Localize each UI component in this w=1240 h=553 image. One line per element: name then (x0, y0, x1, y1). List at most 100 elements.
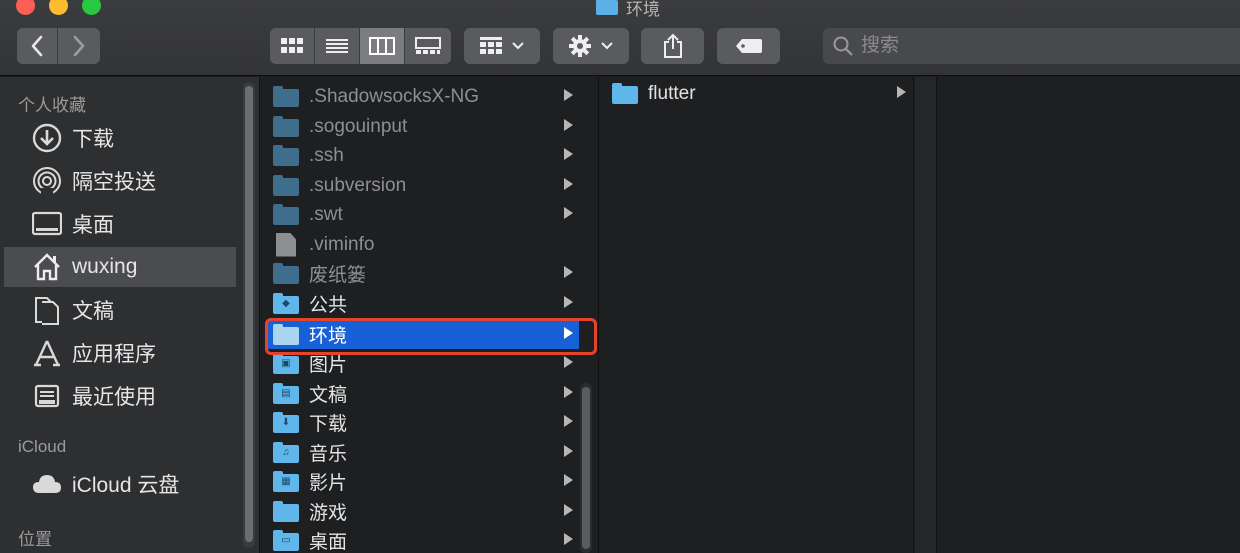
list-item[interactable]: ⬇ 下载 (267, 408, 579, 437)
close-window-button[interactable] (16, 0, 35, 15)
disclosure-arrow-icon (564, 504, 573, 516)
folder-icon (273, 500, 299, 522)
navigation-buttons (17, 28, 100, 64)
movies-folder-icon: ▦ (273, 470, 299, 492)
tags-button[interactable] (717, 28, 780, 64)
list-view-icon (326, 39, 348, 53)
back-button[interactable] (17, 28, 58, 64)
sidebar-item-icloud-drive[interactable]: iCloud 云盘 (4, 464, 236, 504)
chevron-down-icon (601, 42, 613, 50)
sidebar-item-documents[interactable]: 文稿 (4, 290, 236, 330)
list-item[interactable]: .sogouinput (267, 112, 579, 141)
icon-view-button[interactable] (270, 28, 315, 64)
list-item[interactable]: ▦ 影片 (267, 467, 579, 496)
disclosure-arrow-icon (564, 445, 573, 457)
pictures-folder-icon: ▣ (273, 352, 299, 374)
list-item[interactable]: .ssh (267, 141, 579, 170)
list-item[interactable]: ♫ 音乐 (267, 438, 579, 467)
sidebar-item-airdrop[interactable]: 隔空投送 (4, 161, 236, 201)
disclosure-arrow-icon (564, 327, 573, 339)
toolbar: 环境 (0, 0, 1240, 76)
desktop-icon (32, 209, 62, 239)
folder-icon (273, 262, 299, 284)
chevron-down-icon (512, 42, 524, 50)
share-button[interactable] (641, 28, 704, 64)
airdrop-icon (32, 166, 62, 196)
list-item[interactable]: flutter (606, 79, 912, 108)
column-view-button[interactable] (360, 28, 405, 64)
list-item[interactable]: ▤ 文稿 (267, 379, 579, 408)
sidebar-item-applications[interactable]: 应用程序 (4, 333, 236, 373)
column-environment: flutter (600, 77, 914, 553)
disclosure-arrow-icon (564, 266, 573, 278)
sidebar-section-locations: 位置 (18, 530, 52, 549)
sidebar-item-label: iCloud 云盘 (72, 474, 180, 497)
sidebar-item-label: 应用程序 (72, 343, 156, 366)
gallery-view-icon (415, 37, 441, 54)
list-item[interactable]: ▣ 图片 (267, 349, 579, 378)
column-view-icon (369, 37, 395, 55)
sidebar-item-home[interactable]: wuxing (4, 247, 236, 287)
chevron-right-icon (73, 35, 85, 57)
sidebar-item-label: 文稿 (72, 300, 114, 323)
disclosure-arrow-icon (564, 474, 573, 486)
list-item[interactable]: ◆ 公共 (267, 289, 579, 318)
desktop-folder-icon: ▭ (273, 529, 299, 551)
list-item-selected[interactable]: 环境 (267, 320, 579, 349)
folder-icon (596, 0, 618, 15)
list-item[interactable]: 游戏 (267, 497, 579, 526)
folder-icon (612, 82, 638, 104)
document-icon (276, 232, 296, 257)
sidebar-item-label: 桌面 (72, 214, 114, 237)
minimize-window-button[interactable] (49, 0, 68, 15)
column-resize-handle[interactable] (915, 77, 937, 553)
sidebar-section-favorites: 个人收藏 (18, 96, 86, 115)
sidebar-item-desktop[interactable]: 桌面 (4, 204, 236, 244)
forward-button[interactable] (58, 28, 100, 64)
disclosure-arrow-icon (564, 296, 573, 308)
gallery-view-button[interactable] (405, 28, 451, 64)
list-item[interactable]: .viminfo (267, 230, 579, 259)
sidebar-item-downloads[interactable]: 下载 (4, 118, 236, 158)
search-field[interactable] (823, 28, 1240, 64)
download-icon (32, 123, 62, 153)
search-input[interactable] (861, 35, 1221, 57)
folder-icon (273, 115, 299, 137)
sidebar-scrollbar[interactable] (243, 82, 255, 548)
disclosure-arrow-icon (564, 178, 573, 190)
folder-icon (273, 203, 299, 225)
disclosure-arrow-icon (564, 119, 573, 131)
sidebar-section-icloud: iCloud (18, 437, 67, 456)
list-item[interactable]: 废纸篓 (267, 259, 579, 288)
folder-icon (273, 174, 299, 196)
list-item[interactable]: .ShadowsocksX-NG (267, 82, 579, 111)
sidebar-item-recents[interactable]: 最近使用 (4, 376, 236, 416)
disclosure-arrow-icon (564, 415, 573, 427)
folder-icon (273, 85, 299, 107)
sidebar-item-label: wuxing (72, 255, 138, 278)
documents-icon (32, 295, 62, 325)
column-scrollbar[interactable] (580, 383, 592, 553)
disclosure-arrow-icon (897, 86, 906, 98)
column-home: .ShadowsocksX-NG .sogouinput .ssh .subve… (261, 77, 599, 553)
disclosure-arrow-icon (564, 533, 573, 545)
music-folder-icon: ♫ (273, 441, 299, 463)
sidebar-item-label: 隔空投送 (72, 171, 156, 194)
action-button[interactable] (553, 28, 629, 64)
group-button[interactable] (464, 28, 540, 64)
public-folder-icon: ◆ (273, 292, 299, 314)
documents-folder-icon: ▤ (273, 382, 299, 404)
list-item[interactable]: .subversion (267, 171, 579, 200)
list-view-button[interactable] (315, 28, 360, 64)
search-icon (833, 36, 853, 56)
share-icon (663, 33, 682, 58)
tag-icon (735, 39, 762, 53)
view-mode-control (270, 28, 451, 64)
sidebar: 个人收藏 下载 隔空投送 桌面 wuxing 文稿 应用程序 最近使用 iClo… (0, 77, 260, 553)
list-item[interactable]: .swt (267, 200, 579, 229)
chevron-left-icon (31, 35, 43, 57)
zoom-window-button[interactable] (82, 0, 101, 15)
list-item[interactable]: ▭ 桌面 (267, 526, 579, 553)
sidebar-item-label: 最近使用 (72, 386, 156, 409)
disclosure-arrow-icon (564, 148, 573, 160)
